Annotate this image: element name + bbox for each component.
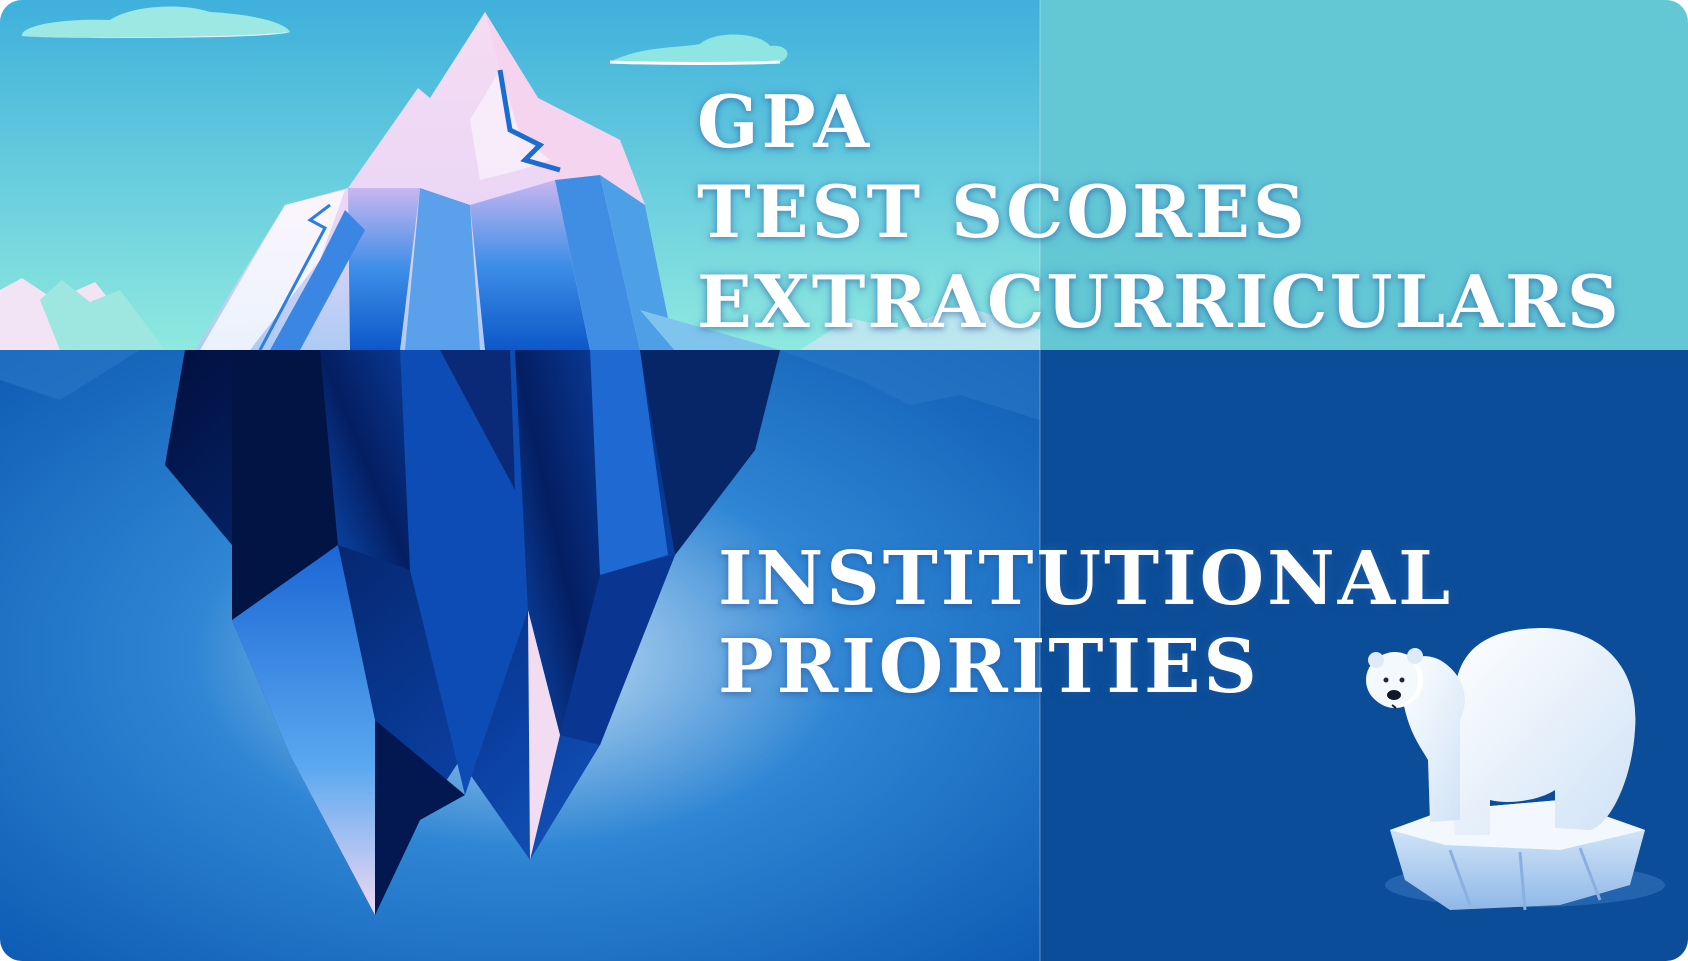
above-water-line-test-scores: TEST SCORES [697,169,1308,254]
infographic-canvas: GPA TEST SCORES EXTRACURRICULARS INSTITU… [0,0,1688,961]
above-water-line-extracurriculars: EXTRACURRICULARS [697,259,1621,344]
below-water-line-institutional: INSTITUTIONAL [718,536,1454,622]
above-water-line-gpa: GPA [697,79,873,164]
below-water-line-priorities: PRIORITIES [718,624,1260,710]
